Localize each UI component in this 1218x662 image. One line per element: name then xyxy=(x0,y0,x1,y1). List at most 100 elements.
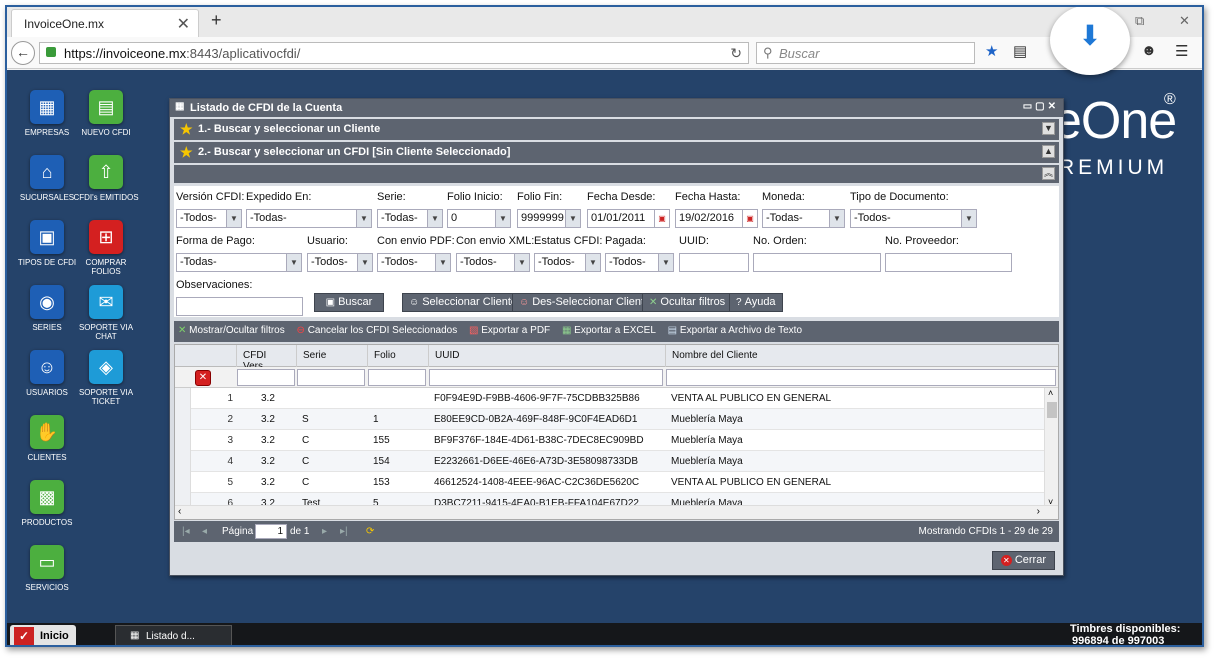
exportar-texto-button[interactable]: ▤ Exportar a Archivo de Texto xyxy=(668,325,802,336)
filter-uuid-input[interactable] xyxy=(429,369,663,386)
serie-select[interactable]: -Todas- ▼ xyxy=(377,209,443,228)
deseleccionar-cliente-button[interactable]: ☺ Des-Seleccionar Cliente xyxy=(512,293,658,312)
header-cliente[interactable]: Nombre del Cliente xyxy=(665,345,1058,367)
version-select[interactable]: -Todos- ▼ xyxy=(176,209,242,228)
desktop-icon-comprar-folios[interactable]: ⊞ COMPRAR FOLIOS xyxy=(71,220,141,276)
orden-input[interactable] xyxy=(753,253,881,272)
forma-pago-select[interactable]: -Todas- ▼ xyxy=(176,253,302,272)
new-tab-icon[interactable]: + xyxy=(211,10,222,31)
start-button[interactable]: ✓ Inicio xyxy=(10,625,76,645)
uuid-input[interactable] xyxy=(679,253,749,272)
desktop-icon-soporte-ticket[interactable]: ◈ SOPORTE VIA TICKET xyxy=(71,350,141,406)
table-row[interactable]: 2 3.2 S 1 E80EE9CD-0B2A-469F-848F-9C0F4EAD6D… xyxy=(175,409,1044,430)
buscar-button[interactable]: ▣ Buscar xyxy=(314,293,384,312)
horizontal-scrollbar[interactable]: ‹ › xyxy=(175,505,1058,519)
filter-serie-input[interactable] xyxy=(297,369,365,386)
tipo-documento-select[interactable]: -Todos- ▼ xyxy=(850,209,977,228)
collapse-filters-icon[interactable]: ︽ xyxy=(1042,167,1055,180)
prev-page-icon[interactable]: ◂ xyxy=(202,526,207,537)
smiley-icon[interactable]: ☻ xyxy=(1141,42,1157,59)
exportar-pdf-button[interactable]: ▧ Exportar a PDF xyxy=(469,325,550,336)
calendar-icon[interactable]: ▣ xyxy=(742,210,757,227)
cell-version: 3.2 xyxy=(261,456,275,467)
expand-icon[interactable]: ▼ xyxy=(1042,122,1055,135)
section-buscar-cliente[interactable]: ★ 1.- Buscar y seleccionar un Cliente ▼ xyxy=(174,119,1059,140)
envio-pdf-select[interactable]: -Todos- ▼ xyxy=(377,253,451,272)
folio-fin-select[interactable]: 9999999 ▼ xyxy=(517,209,581,228)
reading-list-icon[interactable]: ▤ xyxy=(1013,42,1027,60)
first-page-icon[interactable]: |◂ xyxy=(182,526,190,537)
menu-icon[interactable]: ☰ xyxy=(1175,42,1188,60)
table-row[interactable]: 3 3.2 C 155 BF9F376F-184E-4D61-B38C-7DEC8EC9… xyxy=(175,430,1044,451)
close-window-icon[interactable]: ✕ xyxy=(1179,13,1190,29)
calendar-icon[interactable]: ▣ xyxy=(654,210,669,227)
dialog-window-buttons[interactable]: ▭▢✕ xyxy=(1023,101,1059,112)
header-uuid[interactable]: UUID xyxy=(428,345,665,367)
scroll-up-icon[interactable]: ˄ xyxy=(1048,388,1053,398)
header-serie[interactable]: Serie xyxy=(296,345,367,367)
header-version[interactable]: CFDI Vers... xyxy=(236,345,296,372)
back-icon[interactable]: ← xyxy=(11,41,35,65)
filter-version-input[interactable] xyxy=(237,369,295,386)
bookmark-star-icon[interactable]: ★ xyxy=(985,42,998,60)
pagada-select[interactable]: -Todos- ▼ xyxy=(605,253,674,272)
chevron-down-icon: ▼ xyxy=(435,254,450,271)
folio-inicio-select[interactable]: 0 ▼ xyxy=(447,209,511,228)
vertical-scrollbar[interactable]: ˄ ˅ xyxy=(1044,388,1058,507)
last-page-icon[interactable]: ▸| xyxy=(340,526,348,537)
mostrar-filtros-button[interactable]: ✕ Mostrar/Ocultar filtros xyxy=(178,325,285,336)
url-field[interactable]: https://invoiceone.mx:8443/aplicativocfd… xyxy=(39,42,749,64)
desktop-icon-soporte-chat[interactable]: ✉ SOPORTE VIA CHAT xyxy=(71,285,141,341)
taskbar-item-listado[interactable]: ▦ Listado d... xyxy=(115,625,232,645)
seleccionar-cliente-button[interactable]: ☺ Seleccionar Cliente xyxy=(402,293,524,312)
scroll-thumb[interactable] xyxy=(1047,402,1057,418)
ocultar-filtros-button[interactable]: ✕ Ocultar filtros xyxy=(642,293,733,312)
table-row[interactable]: 5 3.2 C 153 46612524-1408-4EEE-96AC-C2C36DE5… xyxy=(175,472,1044,493)
search-input[interactable]: ⚲ Buscar xyxy=(756,42,975,64)
observaciones-input[interactable] xyxy=(176,297,303,316)
collapse-icon[interactable]: ▲ xyxy=(1042,145,1055,158)
forma-pago-label: Forma de Pago: xyxy=(176,235,255,247)
download-icon[interactable]: ⬇ xyxy=(1050,7,1130,75)
desktop-icon-servicios[interactable]: ▭ SERVICIOS xyxy=(12,545,82,592)
filter-cliente-input[interactable] xyxy=(666,369,1056,386)
expedido-select[interactable]: -Todas- ▼ xyxy=(246,209,372,228)
table-row[interactable]: 4 3.2 C 154 E2232661-D6EE-46E6-A73D-3E580987… xyxy=(175,451,1044,472)
cancelar-cfdi-button[interactable]: ⊖ Cancelar los CFDI Seleccionados xyxy=(297,325,458,336)
desktop-icon-label: PRODUCTOS xyxy=(21,518,73,527)
moneda-select[interactable]: -Todas- ▼ xyxy=(762,209,845,228)
exportar-excel-button[interactable]: ▦ Exportar a EXCEL xyxy=(562,325,656,336)
fecha-hasta-input[interactable]: 19/02/2016 ▣ xyxy=(675,209,758,228)
proveedor-input[interactable] xyxy=(885,253,1012,272)
section-buscar-cfdi[interactable]: ★ 2.- Buscar y seleccionar un CFDI [Sin … xyxy=(174,142,1059,163)
envio-pdf-value: -Todos- xyxy=(381,256,418,268)
browser-tab[interactable]: InvoiceOne.mx ✕ xyxy=(11,9,199,37)
filter-folio-input[interactable] xyxy=(368,369,426,386)
envio-xml-select[interactable]: -Todos- ▼ xyxy=(456,253,530,272)
table-row[interactable]: 1 3.2 F0F94E9D-F9BB-4606-9F7F-75CDBB325B86… xyxy=(175,388,1044,409)
user-icon: ☺ xyxy=(409,297,420,308)
cerrar-button[interactable]: ✕ Cerrar xyxy=(991,551,1055,570)
clear-filters-icon[interactable]: ✕ xyxy=(195,370,211,386)
desktop-icon-clientes[interactable]: ✋ CLIENTES xyxy=(12,415,82,462)
refresh-icon[interactable]: ⟳ xyxy=(366,526,374,537)
header-folio[interactable]: Folio xyxy=(367,345,428,367)
next-page-icon[interactable]: ▸ xyxy=(322,526,327,537)
ayuda-button[interactable]: ? Ayuda xyxy=(729,293,783,312)
scroll-right-icon[interactable]: › xyxy=(1037,506,1040,517)
dialog-titlebar[interactable]: ▦ Listado de CFDI de la Cuenta ▭▢✕ xyxy=(170,99,1063,117)
usuario-select[interactable]: -Todos- ▼ xyxy=(307,253,373,272)
desktop-icon-nuevo-cfdi[interactable]: ▤ NUEVO CFDI xyxy=(71,90,141,137)
close-tab-icon[interactable]: ✕ xyxy=(177,14,190,34)
reload-icon[interactable]: ↻ xyxy=(730,45,742,62)
desktop-icon-productos[interactable]: ▩ PRODUCTOS xyxy=(12,480,82,527)
restore-window-icon[interactable]: ⧉ xyxy=(1135,13,1144,29)
fecha-desde-input[interactable]: 01/01/2011 ▣ xyxy=(587,209,670,228)
page-input[interactable]: 1 xyxy=(255,524,287,539)
registered-mark: ® xyxy=(1164,91,1176,108)
scroll-left-icon[interactable]: ‹ xyxy=(178,506,181,517)
pagada-value: -Todos- xyxy=(609,256,646,268)
estatus-select[interactable]: -Todos- ▼ xyxy=(534,253,601,272)
cell-serie: C xyxy=(302,477,310,488)
desktop-icon-cfdis-emitidos[interactable]: ⇧ CFDI's EMITIDOS xyxy=(71,155,141,202)
